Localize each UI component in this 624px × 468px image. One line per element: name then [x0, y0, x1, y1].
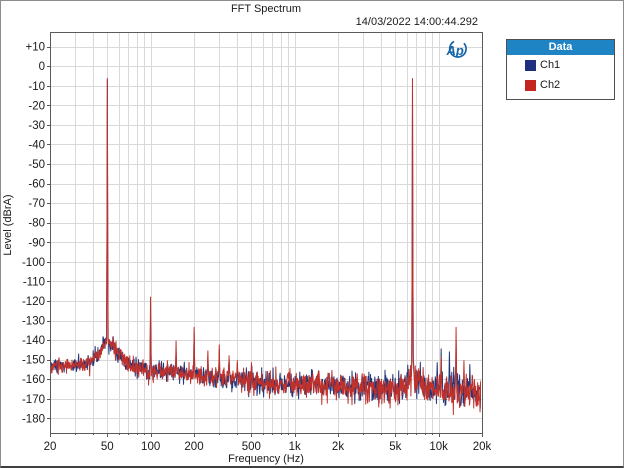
legend-header: Data [507, 40, 614, 55]
svg-text:-110: -110 [23, 276, 45, 288]
svg-text:-160: -160 [22, 374, 45, 386]
svg-text:-90: -90 [28, 237, 45, 249]
svg-text:-10: -10 [28, 81, 45, 93]
svg-text:-30: -30 [28, 120, 45, 132]
ch1-color-swatch [525, 59, 536, 71]
svg-text:100: 100 [141, 441, 160, 453]
svg-text:-80: -80 [28, 218, 45, 230]
app-window: FFT Spectrum 14/03/2022 14:00:44.292 +10… [0, 0, 624, 468]
svg-text:-60: -60 [28, 179, 45, 191]
svg-text:200: 200 [184, 441, 203, 453]
x-axis-label: Frequency (Hz) [228, 453, 304, 465]
svg-text:10k: 10k [429, 441, 448, 453]
svg-text:-140: -140 [22, 335, 45, 347]
svg-text:-130: -130 [22, 316, 45, 328]
svg-text:Ap: Ap [446, 43, 464, 58]
legend-item-ch1[interactable]: Ch1 [507, 55, 614, 75]
svg-text:-50: -50 [28, 159, 45, 171]
svg-text:+10: +10 [25, 42, 45, 54]
svg-text:-120: -120 [22, 296, 45, 308]
svg-text:20k: 20k [473, 441, 492, 453]
ap-logo-icon: Ap [446, 41, 467, 58]
trace-ch2 [51, 78, 481, 416]
y-tick-labels: +10 0 -10 -20 -30 -40 -50 -60 -70 -80 -90 -100 -110 -… [22, 42, 45, 426]
svg-text:-170: -170 [22, 394, 45, 406]
ch2-color-swatch [525, 79, 536, 91]
legend-panel: Data Ch1 Ch2 [506, 39, 615, 100]
svg-text:-40: -40 [28, 139, 45, 151]
svg-text:-100: -100 [22, 257, 45, 269]
legend-item-ch2[interactable]: Ch2 [507, 75, 614, 95]
svg-text:-20: -20 [28, 100, 45, 112]
svg-text:20: 20 [44, 441, 57, 453]
legend-item-label: Ch1 [540, 59, 561, 71]
svg-text:500: 500 [242, 441, 261, 453]
svg-text:5k: 5k [389, 441, 401, 453]
trace-ch1 [51, 79, 481, 409]
svg-text:2k: 2k [332, 441, 344, 453]
spectrum-traces [51, 78, 481, 416]
svg-text:-150: -150 [22, 355, 45, 367]
x-tick-labels: 20 50 100 200 500 1k 2k 5k 10k 20k [44, 441, 492, 453]
svg-text:1k: 1k [289, 441, 301, 453]
svg-text:0: 0 [39, 61, 45, 73]
svg-text:-70: -70 [28, 198, 45, 210]
svg-text:50: 50 [101, 441, 114, 453]
y-axis-label: Level (dBrA) [2, 194, 14, 256]
legend-item-label: Ch2 [540, 79, 561, 91]
svg-text:-180: -180 [22, 413, 45, 425]
